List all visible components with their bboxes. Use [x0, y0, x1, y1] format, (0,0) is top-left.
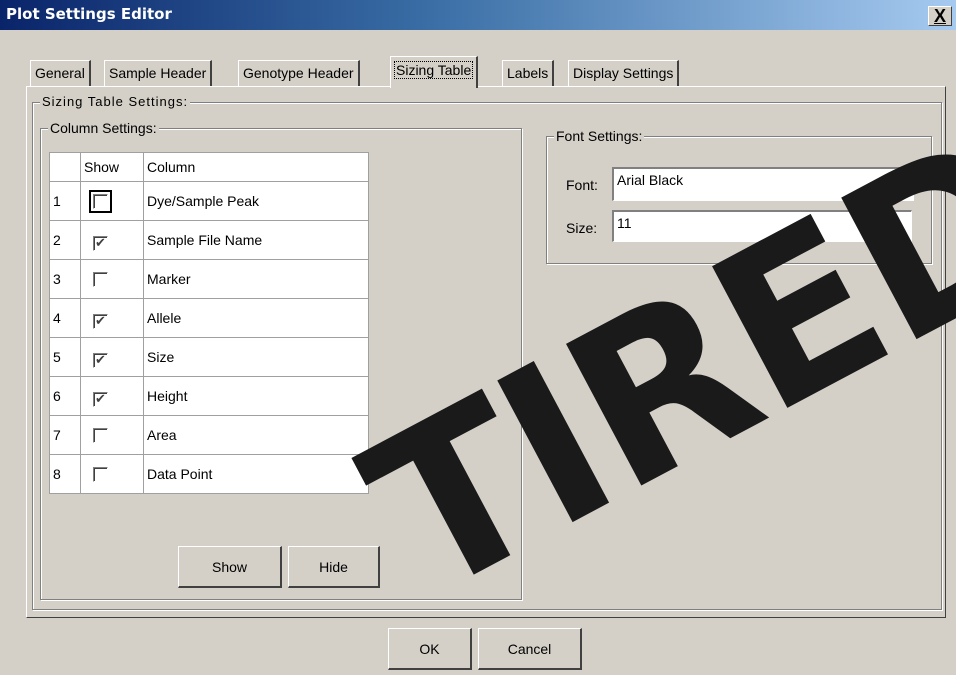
table-row[interactable]: 2 ✔ Sample File Name	[49, 220, 369, 260]
column-settings-title: Column Settings:	[48, 120, 159, 136]
show-cell: ✔	[80, 337, 144, 377]
column-name: Allele	[143, 298, 369, 338]
column-name: Sample File Name	[143, 220, 369, 260]
tab-general[interactable]: General	[30, 60, 91, 87]
size-label: Size:	[566, 220, 598, 236]
table-row[interactable]: 1 Dye/Sample Peak	[49, 181, 369, 221]
show-checkbox[interactable]: ✔	[93, 391, 108, 407]
show-checkbox[interactable]: ✔	[93, 235, 108, 251]
row-number: 6	[49, 376, 81, 416]
tab-display-settings[interactable]: Display Settings	[568, 60, 680, 87]
tab-label: Genotype Header	[243, 65, 354, 81]
show-checkbox[interactable]	[93, 272, 108, 287]
show-checkbox[interactable]	[93, 428, 108, 443]
tab-label: Display Settings	[573, 65, 674, 81]
row-number: 4	[49, 298, 81, 338]
tab-sample-header[interactable]: Sample Header	[104, 60, 213, 87]
title-bar: Plot Settings Editor X	[0, 0, 956, 30]
table-row[interactable]: 4 ✔ Allele	[49, 298, 369, 338]
show-checkbox[interactable]: ✔	[93, 313, 108, 329]
column-name: Marker	[143, 259, 369, 299]
tab-label: General	[35, 65, 85, 81]
table-row[interactable]: 7 Area	[49, 415, 369, 455]
table-row[interactable]: 6 ✔ Height	[49, 376, 369, 416]
show-checkbox[interactable]	[93, 467, 108, 482]
sizing-table-settings-title: Sizing Table Settings:	[40, 94, 191, 109]
show-cell: ✔	[80, 376, 144, 416]
header-column: Column	[143, 152, 369, 182]
show-cell	[80, 454, 144, 494]
tab-labels[interactable]: Labels	[502, 60, 555, 87]
show-cell	[80, 181, 144, 221]
tab-label: Labels	[507, 65, 549, 81]
show-button[interactable]: Show	[178, 546, 282, 588]
column-name: Height	[143, 376, 369, 416]
row-number: 2	[49, 220, 81, 260]
row-number: 8	[49, 454, 81, 494]
tab-genotype-header[interactable]: Genotype Header	[238, 60, 360, 87]
hide-button[interactable]: Hide	[288, 546, 380, 588]
window-title: Plot Settings Editor	[6, 5, 172, 23]
table-row[interactable]: 3 Marker	[49, 259, 369, 299]
table-row[interactable]: 8 Data Point	[49, 454, 369, 494]
show-cell	[80, 259, 144, 299]
font-value: Arial Black	[617, 172, 684, 188]
table-row[interactable]: 5 ✔ Size	[49, 337, 369, 377]
row-number: 7	[49, 415, 81, 455]
header-num	[49, 152, 81, 182]
tab-label: Sizing Table	[393, 61, 474, 79]
row-number: 3	[49, 259, 81, 299]
row-number: 5	[49, 337, 81, 377]
column-name: Data Point	[143, 454, 369, 494]
tab-label: Sample Header	[109, 65, 207, 81]
table-header-row: Show Column	[49, 152, 369, 182]
row-number: 1	[49, 181, 81, 221]
show-checkbox[interactable]: ✔	[93, 352, 108, 368]
font-label: Font:	[566, 177, 598, 193]
cancel-button[interactable]: Cancel	[478, 628, 582, 670]
column-name: Dye/Sample Peak	[143, 181, 369, 221]
column-settings-table: Show Column 1 Dye/Sample Peak 2 ✔ Sample…	[49, 152, 369, 494]
header-show: Show	[80, 152, 144, 182]
tab-sizing-table[interactable]: Sizing Table	[390, 56, 479, 88]
font-settings-title: Font Settings:	[554, 128, 645, 144]
column-name: Size	[143, 337, 369, 377]
show-cell: ✔	[80, 298, 144, 338]
close-button[interactable]: X	[928, 6, 952, 26]
close-icon: X	[933, 6, 946, 26]
show-cell	[80, 415, 144, 455]
show-checkbox[interactable]	[89, 190, 112, 213]
show-cell: ✔	[80, 220, 144, 260]
